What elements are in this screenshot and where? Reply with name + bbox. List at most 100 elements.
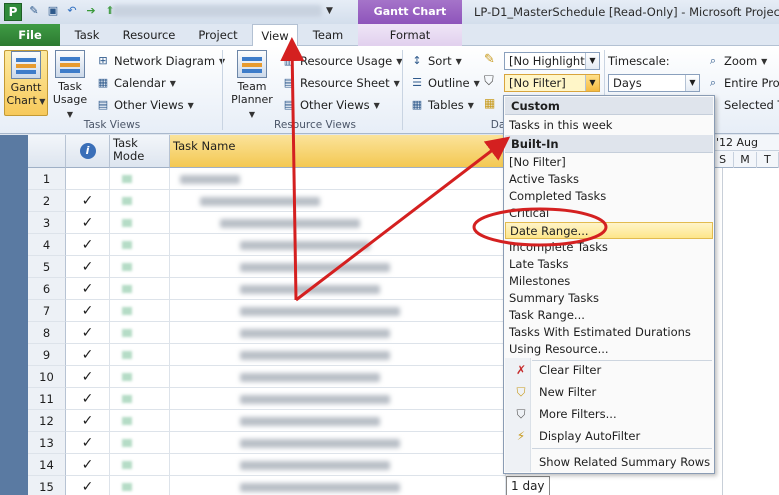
tab-team[interactable]: Team (308, 24, 348, 46)
menu-item-builtin-filter[interactable]: Late Tasks (505, 256, 713, 273)
row-number[interactable]: 15 (28, 476, 66, 495)
task-name-cell[interactable] (170, 278, 506, 300)
chevron-down-icon[interactable]: ▼ (585, 75, 599, 91)
tab-project[interactable]: Project (192, 24, 244, 46)
undo-icon[interactable]: ↶ (64, 3, 80, 19)
chevron-down-icon[interactable]: ▼ (685, 75, 699, 91)
task-mode-cell[interactable] (110, 278, 170, 300)
task-usage-button[interactable]: Task Usage ▼ (50, 50, 90, 119)
row-number[interactable]: 13 (28, 432, 66, 454)
task-name-cell[interactable] (170, 256, 506, 278)
menu-item-builtin-filter[interactable]: Date Range... (505, 222, 713, 239)
forward-icon[interactable]: ➔ (83, 3, 99, 19)
project-app-icon[interactable]: P (4, 3, 22, 21)
row-number[interactable]: 10 (28, 366, 66, 388)
menu-item-builtin-filter[interactable]: Summary Tasks (505, 290, 713, 307)
row-number[interactable]: 5 (28, 256, 66, 278)
zoom-button[interactable]: ⌕ Zoom ▼ (706, 52, 767, 70)
resource-usage-button[interactable]: ▥ Resource Usage ▼ (282, 52, 403, 70)
tables-button[interactable]: ▦ Tables ▼ (410, 96, 474, 114)
menu-item-builtin-filter[interactable]: Active Tasks (505, 171, 713, 188)
gantt-chart-button[interactable]: Gantt Chart ▼ (4, 50, 48, 116)
task-mode-cell[interactable] (110, 256, 170, 278)
task-name-cell[interactable] (170, 388, 506, 410)
menu-item-tasks-in-this-week[interactable]: Tasks in this week (505, 117, 713, 134)
task-mode-cell[interactable] (110, 234, 170, 256)
save-icon[interactable]: ▣ (45, 3, 61, 19)
row-number[interactable]: 4 (28, 234, 66, 256)
outline-button[interactable]: ☰ Outline ▼ (410, 74, 480, 92)
qat-customize-icon[interactable]: ▼ (326, 6, 333, 16)
tab-format[interactable]: Format (358, 24, 462, 46)
task-name-cell[interactable] (170, 234, 506, 256)
task-name-cell[interactable] (170, 454, 506, 476)
task-mode-cell[interactable] (110, 168, 170, 190)
team-planner-button[interactable]: Team Planner ▼ (228, 50, 276, 119)
row-number[interactable]: 1 (28, 168, 66, 190)
edit-icon[interactable]: ✎ (26, 3, 42, 19)
row-number[interactable]: 7 (28, 300, 66, 322)
filter-combo[interactable]: [No Filter] ▼ (504, 74, 600, 92)
calendar-button[interactable]: ▦ Calendar ▼ (96, 74, 176, 92)
task-mode-cell[interactable] (110, 410, 170, 432)
task-name-cell[interactable] (170, 190, 506, 212)
task-mode-cell[interactable] (110, 432, 170, 454)
row-number[interactable]: 8 (28, 322, 66, 344)
menu-item-builtin-filter[interactable]: Milestones (505, 273, 713, 290)
task-mode-cell[interactable] (110, 476, 170, 495)
sort-button[interactable]: ↕ Sort ▼ (410, 52, 461, 70)
menu-item-builtin-filter[interactable]: Completed Tasks (505, 188, 713, 205)
timescale-combo[interactable]: Days ▼ (608, 74, 700, 92)
task-name-cell[interactable] (170, 322, 506, 344)
menu-item-builtin-filter[interactable]: [No Filter] (505, 154, 713, 171)
indicators-header[interactable]: i (66, 135, 110, 168)
row-number[interactable]: 6 (28, 278, 66, 300)
row-number[interactable]: 3 (28, 212, 66, 234)
task-mode-cell[interactable] (110, 388, 170, 410)
row-number[interactable]: 11 (28, 388, 66, 410)
task-other-views-button[interactable]: ▤ Other Views ▼ (96, 96, 194, 114)
entire-project-button[interactable]: ⌕ Entire Proje (706, 74, 779, 92)
gantt-chart-tools-context-tab[interactable]: Gantt Chart Tools (358, 0, 462, 42)
menu-item-builtin-filter[interactable]: Critical (505, 205, 713, 222)
tab-file[interactable]: File (0, 24, 60, 46)
chevron-down-icon[interactable]: ▼ (585, 53, 599, 69)
task-name-cell[interactable] (170, 366, 506, 388)
resource-other-views-button[interactable]: ▤ Other Views ▼ (282, 96, 380, 114)
task-mode-cell[interactable] (110, 300, 170, 322)
row-number[interactable]: 12 (28, 410, 66, 432)
task-name-cell[interactable] (170, 168, 506, 190)
tab-task[interactable]: Task (68, 24, 106, 46)
task-mode-cell[interactable] (110, 344, 170, 366)
task-name-cell[interactable] (170, 476, 506, 495)
task-mode-cell[interactable] (110, 366, 170, 388)
new-filter-item[interactable]: ⛉ New Filter (505, 381, 713, 403)
selected-tasks-button[interactable]: ⌕ Selected Ta (706, 96, 779, 114)
show-related-summary-rows-item[interactable]: Show Related Summary Rows (505, 451, 713, 473)
row-number[interactable]: 14 (28, 454, 66, 476)
row-number[interactable]: 9 (28, 344, 66, 366)
task-name-cell[interactable] (170, 344, 506, 366)
task-mode-cell[interactable] (110, 322, 170, 344)
task-mode-header[interactable]: Task Mode (110, 135, 170, 168)
task-name-cell[interactable] (170, 410, 506, 432)
task-mode-cell[interactable] (110, 212, 170, 234)
task-name-header[interactable]: Task Name (170, 135, 506, 168)
display-autofilter-item[interactable]: ⚡ Display AutoFilter (505, 425, 713, 447)
more-filters-item[interactable]: ⛉ More Filters... (505, 403, 713, 425)
task-name-cell[interactable] (170, 432, 506, 454)
task-mode-cell[interactable] (110, 454, 170, 476)
resource-sheet-button[interactable]: ▤ Resource Sheet ▼ (282, 74, 400, 92)
view-bar[interactable] (0, 135, 28, 495)
duration-cell[interactable]: 1 day (506, 476, 550, 495)
menu-item-builtin-filter[interactable]: Tasks With Estimated Durations (505, 324, 713, 341)
menu-item-builtin-filter[interactable]: Using Resource... (505, 341, 713, 358)
tab-resource[interactable]: Resource (118, 24, 180, 46)
task-name-cell[interactable] (170, 300, 506, 322)
row-number[interactable]: 2 (28, 190, 66, 212)
task-name-cell[interactable] (170, 212, 506, 234)
highlight-combo[interactable]: [No Highlight] ▼ (504, 52, 600, 70)
group-by-icon[interactable]: ▦ (484, 96, 495, 110)
menu-item-builtin-filter[interactable]: Task Range... (505, 307, 713, 324)
task-mode-cell[interactable] (110, 190, 170, 212)
